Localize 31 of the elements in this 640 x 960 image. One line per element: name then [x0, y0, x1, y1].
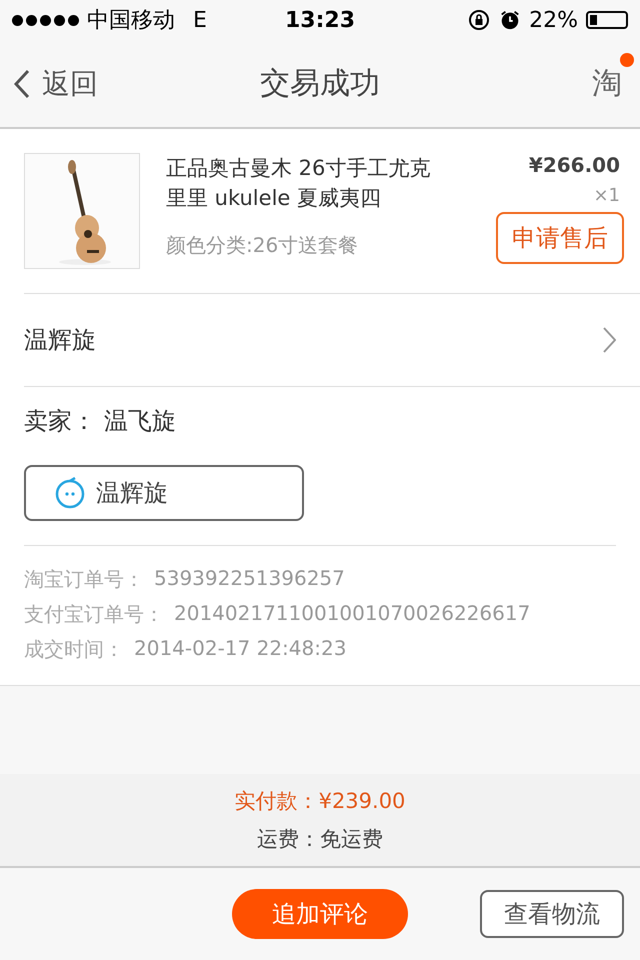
paid-amount: 实付款：¥239.00	[234, 788, 406, 815]
shipping-fee: 运费：免运费	[257, 826, 383, 853]
taobao-button[interactable]: 淘	[592, 66, 622, 101]
alarm-icon	[499, 9, 522, 31]
seller-name: 温飞旋	[104, 406, 176, 437]
buyer-name[interactable]: 温辉旋	[24, 324, 96, 356]
battery-percent: 22%	[529, 8, 578, 32]
order-value: 2014021711001001070026226617	[174, 601, 530, 627]
order-label: 淘宝订单号：	[24, 566, 144, 593]
order-value: 539392251396257	[154, 566, 345, 592]
product-title: 正品奥古曼木 26寸手工尤克里里 ukulele 夏威夷四	[166, 155, 432, 212]
seller-label: 卖家：	[24, 406, 96, 437]
signal-icon	[12, 14, 79, 26]
chat-button[interactable]: 温辉旋	[24, 465, 304, 521]
order-label: 成交时间：	[24, 636, 124, 663]
carrier-name: 中国移动	[87, 7, 175, 35]
order-label: 支付宝订单号：	[24, 601, 164, 628]
page-title: 交易成功	[260, 65, 380, 103]
battery-icon	[586, 11, 628, 29]
product-variant: 颜色分类:26寸送套餐	[166, 232, 360, 259]
network-type: E	[193, 8, 207, 32]
chevron-icon	[602, 327, 616, 353]
order-value: 2014-02-17 22:48:23	[134, 636, 346, 662]
back-button[interactable]: 返回	[14, 64, 98, 102]
clock-time: 13:23	[284, 8, 356, 32]
product-price: ¥266.00	[528, 153, 620, 177]
rotation-lock-icon	[467, 8, 492, 32]
after-sale-button[interactable]: 申请售后	[496, 212, 624, 264]
view-logistics-button[interactable]: 查看物流	[480, 890, 624, 938]
chat-bubble-icon	[54, 477, 86, 509]
product-quantity: ×1	[593, 185, 620, 206]
